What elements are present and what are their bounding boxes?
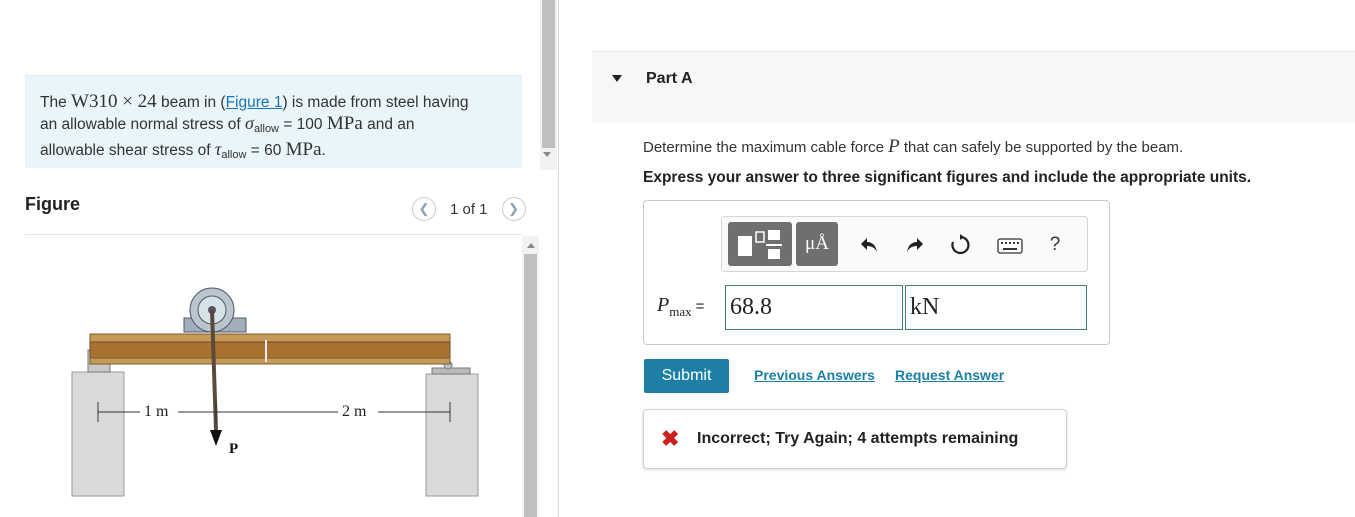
problem-statement: The W310 × 24 beam in (Figure 1) is made…	[40, 91, 469, 162]
figure-counter: 1 of 1	[450, 200, 488, 218]
force-arrow	[210, 430, 222, 446]
submit-button[interactable]: Submit	[644, 359, 729, 393]
chevron-right-icon[interactable]: ❯	[501, 197, 526, 221]
previous-answers-link[interactable]: Previous Answers	[754, 367, 875, 383]
scroll-down-arrow-icon[interactable]	[543, 152, 551, 157]
label-p: P	[229, 441, 238, 457]
scroll-up-arrow-icon[interactable]	[527, 243, 535, 248]
pane-divider[interactable]	[558, 0, 559, 517]
value-input[interactable]: 68.8	[725, 285, 903, 330]
figure-title: Figure	[25, 194, 81, 214]
label-2m: 2 m	[342, 403, 367, 420]
right-pillar	[425, 373, 479, 497]
beam	[89, 333, 451, 343]
feedback-message: Incorrect; Try Again; 4 attempts remaini…	[697, 430, 1019, 447]
beam-figure: P 1 m 2 m	[71, 287, 479, 497]
part-title[interactable]: Part A	[646, 70, 693, 88]
figure-navigation: ❮ 1 of 1 ❯	[412, 196, 526, 222]
problem-scrollbar-thumb[interactable]	[542, 0, 555, 148]
answer-label: Pmax =	[657, 294, 705, 319]
part-header[interactable]	[592, 51, 1355, 123]
figure-divider	[25, 234, 522, 235]
instruction-text: Express your answer to three significant…	[643, 169, 1252, 186]
beam-designation: W310 × 24	[71, 91, 157, 112]
redo-icon[interactable]	[902, 232, 928, 258]
keyboard-icon[interactable]	[995, 233, 1025, 259]
help-icon[interactable]: ?	[1042, 232, 1068, 258]
label-1m: 1 m	[144, 403, 169, 420]
request-answer-link[interactable]: Request Answer	[895, 367, 1004, 383]
unit-input[interactable]: kN	[905, 285, 1087, 330]
chevron-left-icon[interactable]: ❮	[412, 197, 436, 221]
units-icon[interactable]: μÅ	[796, 222, 838, 266]
templates-icon[interactable]	[728, 222, 792, 266]
undo-icon[interactable]	[856, 232, 882, 258]
reset-icon[interactable]	[947, 232, 973, 258]
collapse-caret-icon[interactable]	[612, 75, 622, 82]
x-icon: ✖	[661, 426, 680, 451]
figure-link[interactable]: Figure 1	[226, 94, 283, 111]
left-pillar	[71, 371, 125, 497]
question-text: Determine the maximum cable force P that…	[643, 136, 1184, 157]
figure-scrollbar-thumb[interactable]	[524, 254, 537, 517]
